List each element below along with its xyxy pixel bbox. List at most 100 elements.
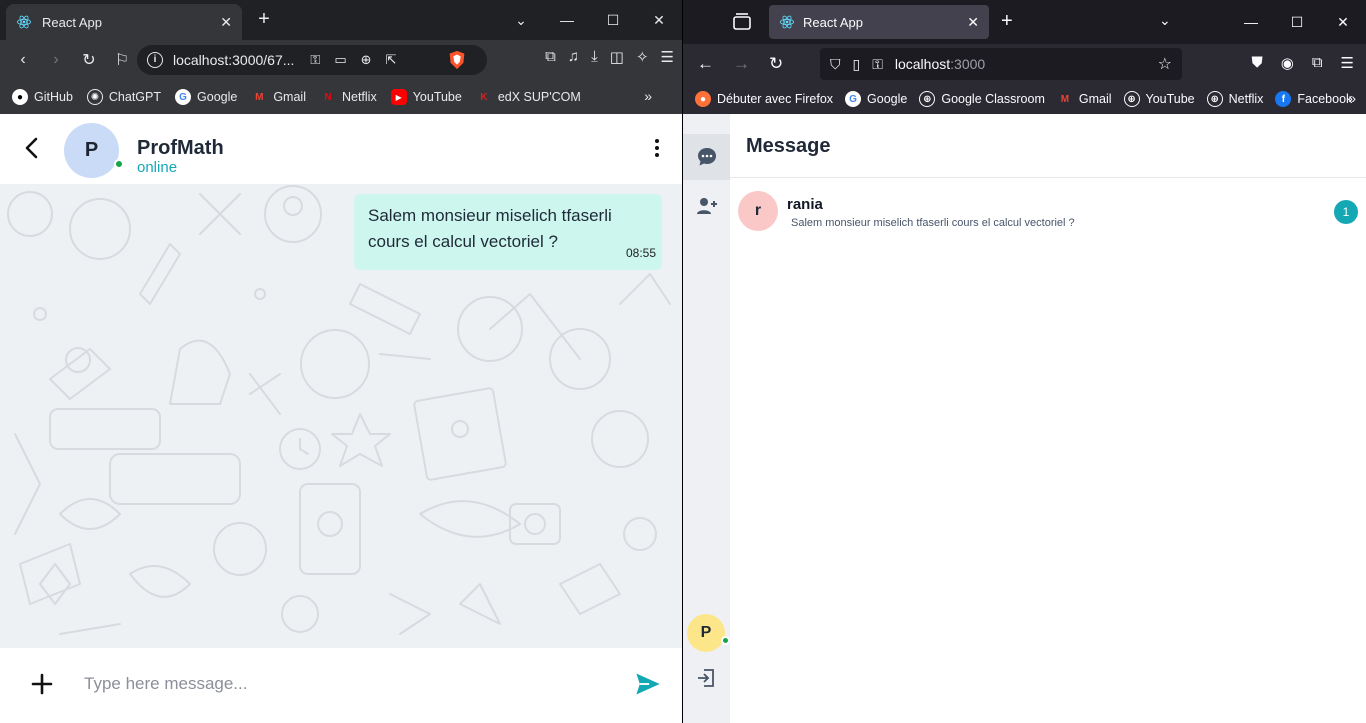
user-avatar[interactable]: P xyxy=(687,614,725,652)
close-window-button[interactable]: ✕ xyxy=(1320,0,1366,44)
list-all-tabs-icon[interactable]: ⌄ xyxy=(1159,12,1171,29)
add-user-icon[interactable] xyxy=(695,194,719,218)
firefox-icon: ● xyxy=(695,91,711,107)
browser-tab[interactable]: React App ✕ xyxy=(6,4,242,40)
toolbar-icons: ⧉ ♫ ⤓ ◫ ✧ ☰ xyxy=(545,48,674,66)
chat-messages-area: Salem monsieur miselich tfaserli cours e… xyxy=(0,184,682,648)
contact-status: online xyxy=(137,159,178,176)
maximize-button[interactable]: ☐ xyxy=(590,0,636,40)
right-browser-window: React App ✕ + ⌄ — ☐ ✕ ← → ↻ ⛉ ▯ ⚿ localh… xyxy=(683,0,1366,723)
brave-shield-icon[interactable] xyxy=(446,49,468,71)
send-icon[interactable] xyxy=(634,670,662,698)
tab-bar: React App ✕ + ⌄ — ☐ ✕ xyxy=(683,0,1366,44)
bookmarks-bar: ● GitHub ✺ ChatGPT G Google M Gmail N Netflix… xyxy=(0,80,682,114)
site-info-icon[interactable]: i xyxy=(147,52,163,68)
chat-view: P ProfMath online Salem monsieur miselic… xyxy=(0,114,682,723)
new-tab-button[interactable]: + xyxy=(1001,10,1013,33)
bookmark-firefox[interactable]: ● Débuter avec Firefox xyxy=(695,91,833,107)
message-text: Salem monsieur miselich tfaserli cours e… xyxy=(368,206,612,251)
bookmark-google-classroom[interactable]: ⊕ Google Classroom xyxy=(919,91,1045,107)
gmail-icon: M xyxy=(1060,93,1070,105)
chat-header: P ProfMath online xyxy=(0,114,682,184)
message-time: 08:55 xyxy=(625,246,656,260)
url-host: localhost xyxy=(894,56,951,72)
bookmark-netflix[interactable]: ⊕ Netflix xyxy=(1206,91,1263,107)
pocket-icon[interactable]: ⛊ xyxy=(1251,54,1262,72)
extensions-icon[interactable]: ⧉ xyxy=(545,48,556,66)
tab-list-icon[interactable] xyxy=(730,10,754,34)
toolbar: ‹ › ↻ ⚐ i localhost:3000/67... ⚿ ▭ ⊕ ⇱ ⧉… xyxy=(0,40,682,80)
more-bookmarks-icon[interactable]: » xyxy=(644,88,652,104)
attach-plus-icon[interactable] xyxy=(30,672,54,696)
minimize-button[interactable]: — xyxy=(544,0,590,40)
bookmark-gmail[interactable]: M Gmail xyxy=(251,89,306,105)
tab-search-icon[interactable]: ⌄ xyxy=(498,0,544,40)
close-tab-icon[interactable]: ✕ xyxy=(220,14,232,31)
window-controls: ⌄ — ☐ ✕ xyxy=(498,0,682,40)
reload-icon[interactable]: ↻ xyxy=(769,54,783,74)
bookmark-netflix[interactable]: N Netflix xyxy=(320,89,376,105)
bookmark-github[interactable]: ● GitHub xyxy=(12,89,73,105)
address-bar[interactable]: i localhost:3000/67... ⚿ ▭ ⊕ ⇱ xyxy=(137,45,487,75)
minimize-button[interactable]: — xyxy=(1228,0,1274,44)
maximize-button[interactable]: ☐ xyxy=(1274,0,1320,44)
bookmark-google[interactable]: G Google xyxy=(175,89,237,105)
key-icon[interactable]: ⚿ xyxy=(872,56,883,73)
more-options-icon[interactable] xyxy=(654,138,660,158)
globe-icon: ⊕ xyxy=(919,91,936,107)
bookmark-star-icon[interactable]: ☆ xyxy=(1158,54,1172,74)
edx-icon: K xyxy=(480,91,488,103)
message-input[interactable] xyxy=(74,665,604,703)
menu-icon[interactable]: ☰ xyxy=(661,48,674,66)
logout-icon[interactable] xyxy=(695,666,719,690)
new-tab-button[interactable]: + xyxy=(252,8,276,32)
back-icon[interactable]: ‹ xyxy=(8,45,38,75)
back-icon[interactable]: ← xyxy=(697,54,714,74)
bookmark-youtube[interactable]: ▶ YouTube xyxy=(390,89,462,105)
leo-icon[interactable]: ✧ xyxy=(636,48,649,66)
address-bar[interactable]: ⛉ ▯ ⚿ localhost:3000 ☆ xyxy=(820,48,1182,80)
sidebar-icon[interactable]: ◫ xyxy=(610,48,624,66)
bookmark-gmail[interactable]: M Gmail xyxy=(1057,91,1112,107)
shield-icon[interactable]: ⛉ xyxy=(830,56,841,73)
browser-tab[interactable]: React App ✕ xyxy=(769,5,989,39)
key-icon[interactable]: ⚿ xyxy=(310,52,320,68)
close-window-button[interactable]: ✕ xyxy=(636,0,682,40)
bookmark-chatgpt[interactable]: ✺ ChatGPT xyxy=(86,89,161,105)
zoom-icon[interactable]: ⊕ xyxy=(361,52,372,68)
page-title: Message xyxy=(746,135,831,157)
conversation-preview: Salem monsieur miselich tfaserli cours e… xyxy=(791,217,1075,229)
media-icon[interactable]: ♫ xyxy=(568,48,579,66)
online-indicator xyxy=(721,636,730,645)
more-bookmarks-icon[interactable]: » xyxy=(1348,90,1356,106)
contact-avatar[interactable]: P xyxy=(64,123,119,178)
bookmark-facebook[interactable]: f Facebook xyxy=(1275,91,1352,107)
forward-icon[interactable]: › xyxy=(41,45,71,75)
extensions-icon[interactable]: ⧉ xyxy=(1312,54,1323,72)
netflix-icon: N xyxy=(324,91,332,103)
tab-bar: React App ✕ + ⌄ — ☐ ✕ xyxy=(0,0,682,40)
cast-icon[interactable]: ▭ xyxy=(334,52,346,68)
github-icon: ● xyxy=(12,89,28,105)
menu-icon[interactable]: ☰ xyxy=(1341,54,1354,72)
react-icon xyxy=(16,15,32,29)
download-icon[interactable]: ⤓ xyxy=(591,48,598,66)
left-browser-window: React App ✕ + ⌄ — ☐ ✕ ‹ › ↻ ⚐ i localhos… xyxy=(0,0,683,723)
conversation-item[interactable]: r rania Salem monsieur miselich tfaserli… xyxy=(730,184,1366,240)
bookmarks-bar: ● Débuter avec Firefox G Google ⊕ Google Cl… xyxy=(683,84,1366,114)
forward-icon[interactable]: → xyxy=(733,54,750,74)
side-rail: P xyxy=(683,114,730,723)
reload-icon[interactable]: ↻ xyxy=(74,45,104,75)
bookmark-edx[interactable]: KedX SUP'COM xyxy=(476,89,581,105)
bookmark-google[interactable]: G Google xyxy=(845,91,907,107)
share-icon[interactable]: ⇱ xyxy=(386,52,397,68)
message-bubble[interactable]: Salem monsieur miselich tfaserli cours e… xyxy=(354,194,662,270)
toolbar-icons: ⛊ ◉ ⧉ ☰ xyxy=(1251,54,1354,72)
close-tab-icon[interactable]: ✕ xyxy=(967,14,979,31)
bookmark-youtube[interactable]: ⊕ YouTube xyxy=(1123,91,1195,107)
chat-bubble-icon[interactable] xyxy=(695,145,719,169)
online-indicator xyxy=(114,159,124,169)
bookmark-icon[interactable]: ⚐ xyxy=(107,45,137,75)
account-icon[interactable]: ◉ xyxy=(1281,54,1294,72)
back-arrow-icon[interactable] xyxy=(20,136,44,160)
